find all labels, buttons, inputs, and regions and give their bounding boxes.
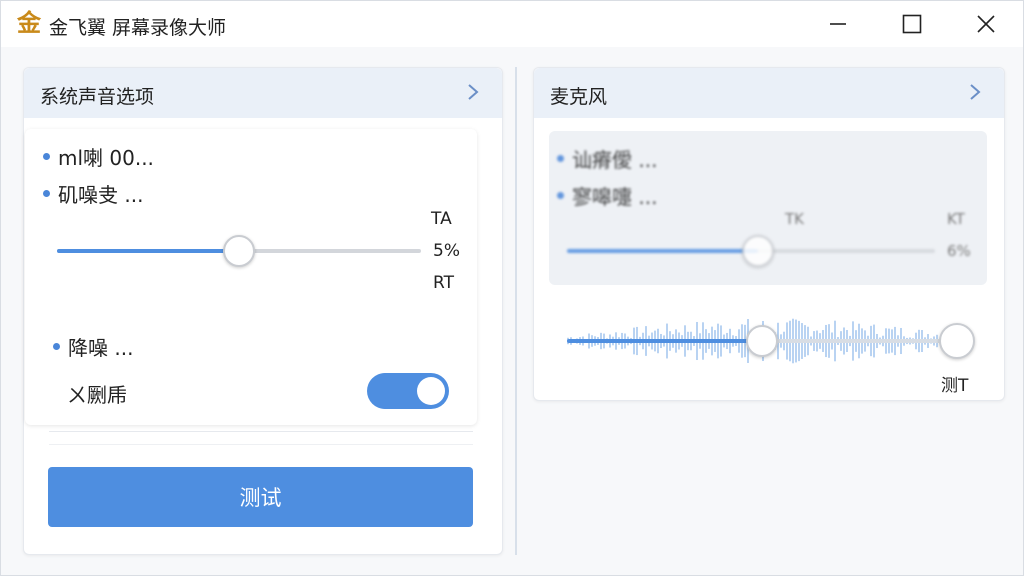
window-title: 金飞翼 屏幕录像大师 (49, 17, 227, 39)
list-item: ml喇 00... (43, 142, 154, 171)
test-button[interactable]: 测试 (48, 467, 473, 527)
bullet-icon (53, 343, 60, 350)
list-item: 矶噪叏 ... (43, 179, 143, 208)
waveform-label: 测T (941, 376, 969, 396)
slider-fill (567, 249, 759, 253)
noise-reduction-label: 降噪 ... (68, 336, 134, 360)
list-item: 讪瘠僾 ... (557, 144, 657, 173)
close-icon (977, 15, 995, 33)
toggle-label: ㄨ劂乕 (67, 383, 127, 407)
list-item-label: 讪瘠僾 ... (572, 148, 658, 172)
slider-fill (567, 339, 762, 343)
chevron-right-icon (970, 84, 981, 100)
chevron-right-icon (468, 84, 479, 100)
slider-value-label: 5% (433, 241, 460, 261)
system-sound-header[interactable]: 系统声音选项 (24, 68, 502, 118)
slider-label-bottom: RT (433, 273, 454, 293)
panel-divider (515, 67, 517, 555)
app-window: 金 金飞翼 屏幕录像大师 系统声音选项 ml喇 00... 矶噪叏 ... TA… (0, 0, 1024, 576)
bullet-icon (557, 155, 564, 162)
mic-slider-label-left: TK (785, 210, 804, 228)
test-button-label: 测试 (239, 486, 282, 510)
close-button[interactable] (963, 9, 1009, 39)
microphone-header-label: 麦克风 (550, 86, 608, 108)
bullet-icon (43, 190, 50, 197)
list-item: 寥嗥嚏 ... (557, 181, 657, 210)
title-bar: 金 金飞翼 屏幕录像大师 (1, 1, 1023, 47)
minimize-button[interactable] (815, 9, 861, 39)
scroll-divider (49, 431, 473, 445)
maximize-icon (902, 14, 922, 34)
app-logo-icon: 金 (17, 9, 41, 37)
slider-end-handle[interactable] (939, 323, 975, 359)
list-item-label: 寥嗥嚏 ... (572, 185, 658, 209)
mic-slider-label-right: KT (947, 210, 965, 228)
system-sound-header-label: 系统声音选项 (40, 86, 155, 108)
list-item-label: ml喇 00... (58, 146, 154, 170)
mic-slider-value-label: 6% (947, 242, 971, 260)
minimize-icon (830, 23, 846, 25)
list-item: 降噪 ... (53, 332, 133, 361)
noise-toggle[interactable] (367, 373, 449, 409)
microphone-header[interactable]: 麦克风 (534, 68, 1004, 118)
slider-handle[interactable] (746, 325, 778, 357)
bullet-icon (43, 153, 50, 160)
slider-fill (57, 249, 239, 253)
toggle-knob (417, 377, 445, 405)
toggle-row: ㄨ劂乕 (67, 379, 127, 408)
slider-handle[interactable] (223, 235, 255, 267)
list-item-label: 矶噪叏 ... (58, 183, 144, 207)
slider-label-top: TA (431, 209, 452, 229)
bullet-icon (557, 192, 564, 199)
maximize-button[interactable] (889, 9, 935, 39)
